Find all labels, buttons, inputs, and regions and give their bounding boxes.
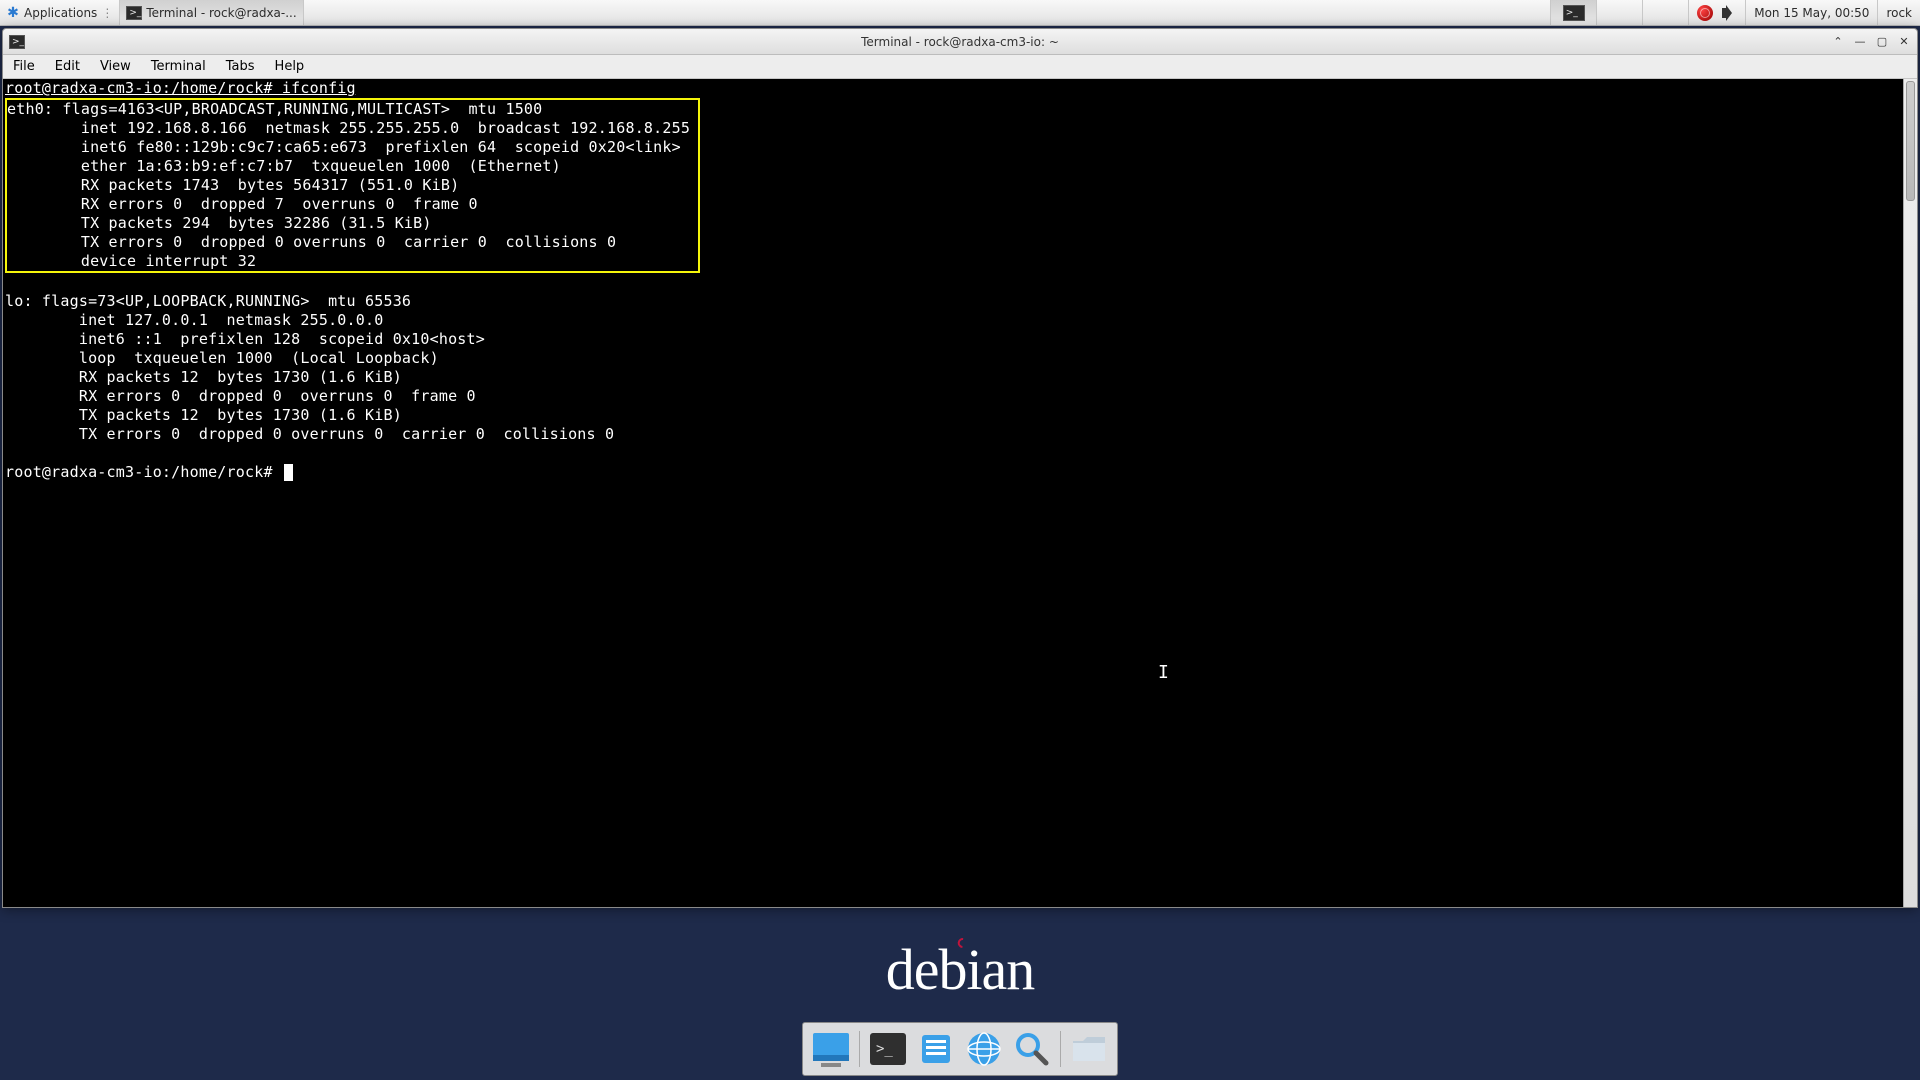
dock-terminal[interactable]: >_ xyxy=(866,1027,910,1071)
lo-block: lo: flags=73<UP,LOOPBACK,RUNNING> mtu 65… xyxy=(5,292,614,443)
panel-left: ✱ Applications ⋮ >_ Terminal - rock@radx… xyxy=(0,0,304,25)
close-button[interactable]: ✕ xyxy=(1893,32,1915,52)
user-label: rock xyxy=(1886,6,1912,20)
clock[interactable]: Mon 15 May, 00:50 xyxy=(1745,0,1877,25)
prompt-line-2: root@radxa-cm3-io:/home/rock# xyxy=(5,463,282,481)
dock-separator xyxy=(1060,1031,1061,1067)
taskbar-item-terminal[interactable]: >_ Terminal - rock@radxa-... xyxy=(120,0,303,25)
tray-empty-2[interactable] xyxy=(1642,0,1688,25)
menu-file[interactable]: File xyxy=(3,56,45,77)
menu-view[interactable]: View xyxy=(90,56,141,77)
terminal-window: >_ Terminal - rock@radxa-cm3-io: ~ ⌃ — ▢… xyxy=(2,28,1918,908)
grip-icon: ⋮ xyxy=(101,6,113,20)
window-icon: >_ xyxy=(9,35,25,49)
user-menu[interactable]: rock xyxy=(1877,0,1920,25)
titlebar[interactable]: >_ Terminal - rock@radxa-cm3-io: ~ ⌃ — ▢… xyxy=(3,29,1917,55)
applications-label: Applications xyxy=(24,6,97,20)
menu-tabs[interactable]: Tabs xyxy=(216,56,265,77)
menu-terminal[interactable]: Terminal xyxy=(141,56,216,77)
terminal-icon: >_ xyxy=(126,6,142,20)
text-cursor-icon: 𝙸 xyxy=(1158,663,1169,682)
panel-right: >_ Mon 15 May, 00:50 rock xyxy=(1550,0,1920,25)
dock-file-manager[interactable] xyxy=(914,1027,958,1071)
dock-folder[interactable] xyxy=(1067,1027,1111,1071)
scrollbar-thumb[interactable] xyxy=(1906,81,1915,201)
dock-search[interactable] xyxy=(1010,1027,1054,1071)
menubar: File Edit View Terminal Tabs Help xyxy=(3,55,1917,79)
top-panel: ✱ Applications ⋮ >_ Terminal - rock@radx… xyxy=(0,0,1920,26)
volume-icon[interactable] xyxy=(1721,5,1737,21)
dock-show-desktop[interactable] xyxy=(809,1027,853,1071)
menu-edit[interactable]: Edit xyxy=(45,56,90,77)
svg-text:>_: >_ xyxy=(876,1041,893,1057)
eth0-highlight: eth0: flags=4163<UP,BROADCAST,RUNNING,MU… xyxy=(5,98,700,273)
scrollbar[interactable] xyxy=(1903,79,1917,907)
applications-menu[interactable]: ✱ Applications ⋮ xyxy=(0,0,120,25)
task-label: Terminal - rock@radxa-... xyxy=(146,6,296,20)
cursor xyxy=(284,464,293,481)
terminal-body[interactable]: root@radxa-cm3-io:/home/rock# ifconfig e… xyxy=(3,79,1917,907)
tray-empty-1[interactable] xyxy=(1596,0,1642,25)
debian-logo: debian xyxy=(886,936,1035,1003)
terminal-icon: >_ xyxy=(1563,5,1585,21)
dock-web-browser[interactable] xyxy=(962,1027,1006,1071)
xfce-icon: ✱ xyxy=(6,6,20,20)
tray-indicator-terminal[interactable]: >_ xyxy=(1550,0,1596,25)
system-tray xyxy=(1688,0,1745,25)
shade-button[interactable]: ⌃ xyxy=(1827,32,1849,52)
minimize-button[interactable]: — xyxy=(1849,32,1871,52)
menu-help[interactable]: Help xyxy=(265,56,315,77)
clock-text: Mon 15 May, 00:50 xyxy=(1754,6,1869,20)
maximize-button[interactable]: ▢ xyxy=(1871,32,1893,52)
prompt-line-1: root@radxa-cm3-io:/home/rock# ifconfig xyxy=(5,79,356,97)
network-icon[interactable] xyxy=(1697,5,1713,21)
window-controls: ⌃ — ▢ ✕ xyxy=(1827,32,1917,52)
dock: >_ xyxy=(802,1022,1118,1076)
dock-separator xyxy=(859,1031,860,1067)
window-title: Terminal - rock@radxa-cm3-io: ~ xyxy=(3,35,1917,49)
